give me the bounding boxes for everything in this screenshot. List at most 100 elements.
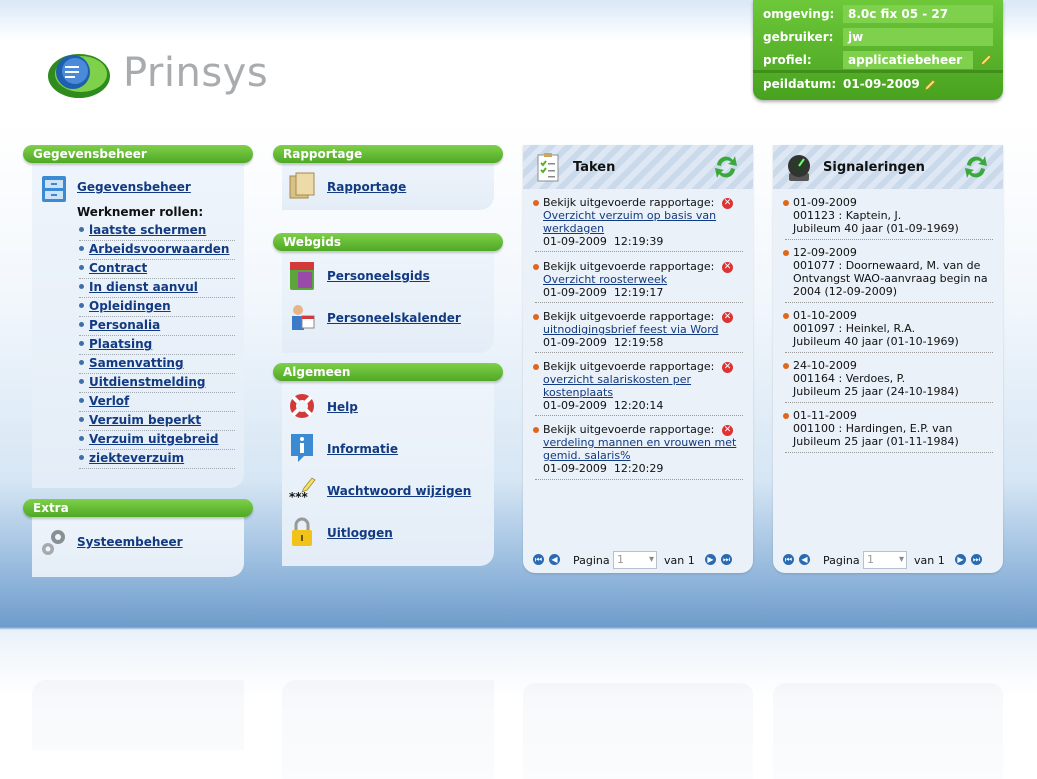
delete-task-icon[interactable]: ✕	[722, 425, 733, 436]
informatie-link[interactable]: Informatie	[327, 442, 398, 456]
omgeving-row: omgeving:	[763, 5, 834, 23]
task-link[interactable]: uitnodigingsbrief feest via Word	[543, 323, 719, 336]
signalering-line1: 001164 : Verdoes, P.	[793, 372, 906, 385]
taken-title: Taken	[573, 160, 616, 175]
peildatum-label: peildatum:	[763, 77, 837, 91]
delete-task-icon[interactable]: ✕	[722, 262, 733, 273]
delete-task-icon[interactable]: ✕	[722, 312, 733, 323]
checklist-icon	[537, 153, 559, 182]
lifebuoy-icon	[290, 394, 314, 418]
prinsys-logo: Prinsys	[45, 46, 285, 106]
first-page-icon[interactable]: ⏮	[783, 554, 794, 565]
first-page-icon[interactable]: ⏮	[533, 554, 544, 565]
signalering-bullet	[783, 200, 789, 206]
task-prefix: Bekijk uitgevoerde rapportage:	[543, 260, 715, 273]
uitloggen-link[interactable]: Uitloggen	[327, 526, 393, 540]
wachtwoord-wijzigen-link[interactable]: Wachtwoord wijzigen	[327, 484, 471, 498]
taken-panel: Taken Bekijk uitgevoerde rapportage: Ove…	[523, 145, 753, 573]
last-page-icon[interactable]: ⏭	[971, 554, 982, 565]
signalering-date: 01-11-2009	[793, 409, 857, 422]
signalering-separator	[785, 402, 993, 403]
signalering-line2: Jubileum 25 jaar (01-11-1984)	[793, 435, 959, 448]
task-bullet	[533, 427, 539, 433]
gegevensbeheer-header: Gegevensbeheer	[23, 145, 253, 163]
signalering-line2: Jubileum 25 jaar (24-10-1984)	[793, 385, 959, 398]
role-in-dienst-aanvul[interactable]: In dienst aanvul	[79, 279, 235, 298]
signalering-line1: 001097 : Heinkel, R.A.	[793, 322, 916, 335]
role-plaatsing[interactable]: Plaatsing	[79, 336, 235, 355]
role-verlof[interactable]: Verlof	[79, 393, 235, 412]
env-separator	[753, 70, 1003, 73]
task-prefix: Bekijk uitgevoerde rapportage:	[543, 196, 715, 209]
signalering-line2: Jubileum 40 jaar (01-09-1969)	[793, 222, 959, 235]
task-separator	[535, 302, 743, 303]
algemeen-panel: Help Informatie *** Wachtwoord wijzigen …	[282, 378, 494, 566]
gegevensbeheer-panel: Gegevensbeheer Werknemer rollen: laatste…	[32, 160, 244, 488]
omgeving-value: 8.0c fix 05 - 27	[843, 5, 993, 23]
signalering-line1: 001077 : Doornewaard, M. van de Ontvangs…	[793, 259, 988, 298]
webgids-panel: Personeelsgids Personeelskalender	[282, 249, 494, 353]
signalering-bullet	[783, 313, 789, 319]
role-arbeidsvoorwaarden[interactable]: Arbeidsvoorwaarden	[79, 241, 235, 260]
edit-peildatum-pencil-icon[interactable]	[923, 78, 937, 92]
taken-header: Taken	[523, 145, 753, 189]
task-date: 01-09-2009 12:19:39	[543, 235, 664, 248]
profiel-value: applicatiebeheer	[843, 51, 973, 69]
delete-task-icon[interactable]: ✕	[722, 198, 733, 209]
role-samenvatting[interactable]: Samenvatting	[79, 355, 235, 374]
signalering-line1: 001123 : Kaptein, J.	[793, 209, 902, 222]
prinsys-logo-icon	[48, 54, 110, 98]
gegevensbeheer-link[interactable]: Gegevensbeheer	[77, 180, 191, 194]
person-calendar-icon	[292, 305, 315, 330]
taken-pager: ⏮ ◀ Pagina 1 van 1 ▶ ⏭	[533, 551, 748, 569]
radar-icon	[788, 155, 810, 181]
role-contract[interactable]: Contract	[79, 260, 235, 279]
task-link[interactable]: verdeling mannen en vrouwen met gemid. s…	[543, 436, 736, 462]
role-ziekteverzuim[interactable]: ziekteverzuim	[79, 450, 235, 469]
prev-page-icon[interactable]: ◀	[799, 554, 810, 565]
task-item: Bekijk uitgevoerde rapportage: Overzicht…	[533, 196, 743, 248]
task-item: Bekijk uitgevoerde rapportage: uitnodigi…	[533, 310, 743, 349]
prev-page-icon[interactable]: ◀	[549, 554, 560, 565]
personeelsgids-link[interactable]: Personeelsgids	[327, 269, 430, 283]
task-link[interactable]: Overzicht roosterweek	[543, 273, 667, 286]
signalering-separator	[785, 239, 993, 240]
delete-task-icon[interactable]: ✕	[722, 362, 733, 373]
last-page-icon[interactable]: ⏭	[721, 554, 732, 565]
cabinet-icon	[42, 176, 66, 202]
profiel-label: profiel:	[763, 53, 812, 67]
task-link[interactable]: overzicht salariskosten per kostenplaats	[543, 373, 691, 399]
pager-label: Pagina	[573, 554, 610, 567]
pager-of: van 1	[914, 554, 945, 567]
systeembeheer-link[interactable]: Systeembeheer	[77, 535, 183, 549]
task-separator	[535, 251, 743, 252]
task-date: 01-09-2009 12:20:14	[543, 399, 664, 412]
role-personalia[interactable]: Personalia	[79, 317, 235, 336]
role-uitdienstmelding[interactable]: Uitdienstmelding	[79, 374, 235, 393]
reflection-fade	[0, 628, 1037, 779]
edit-profiel-pencil-icon[interactable]	[979, 53, 993, 67]
role-opleidingen[interactable]: Opleidingen	[79, 298, 235, 317]
help-link[interactable]: Help	[327, 400, 358, 414]
personeelskalender-link[interactable]: Personeelskalender	[327, 311, 461, 325]
role-verzuim-beperkt[interactable]: Verzuim beperkt	[79, 412, 235, 431]
gebruiker-value: jw	[843, 28, 993, 46]
taken-refresh-icon[interactable]	[713, 151, 739, 183]
next-page-icon[interactable]: ▶	[955, 554, 966, 565]
omgeving-label: omgeving:	[763, 7, 835, 21]
signalering-bullet	[783, 413, 789, 419]
algemeen-header: Algemeen	[273, 363, 503, 381]
role-laatste-schermen[interactable]: laatste schermen	[79, 222, 235, 241]
role-verzuim-uitgebreid[interactable]: Verzuim uitgebreid	[79, 431, 235, 450]
signalering-item: 01-09-2009 001123 : Kaptein, J. Jubileum…	[783, 196, 998, 235]
rapportage-link[interactable]: Rapportage	[327, 180, 406, 194]
next-page-icon[interactable]: ▶	[705, 554, 716, 565]
extra-panel: Systeembeheer	[32, 515, 244, 577]
signalering-item: 12-09-2009 001077 : Doornewaard, M. van …	[783, 246, 991, 298]
page-select[interactable]: 1	[863, 551, 907, 569]
signaleringen-refresh-icon[interactable]	[963, 151, 989, 183]
page-select[interactable]: 1	[613, 551, 657, 569]
task-link[interactable]: Overzicht verzuim op basis van werkdagen	[543, 209, 716, 235]
gebruiker-label: gebruiker:	[763, 30, 834, 44]
svg-text:***: ***	[289, 490, 309, 504]
